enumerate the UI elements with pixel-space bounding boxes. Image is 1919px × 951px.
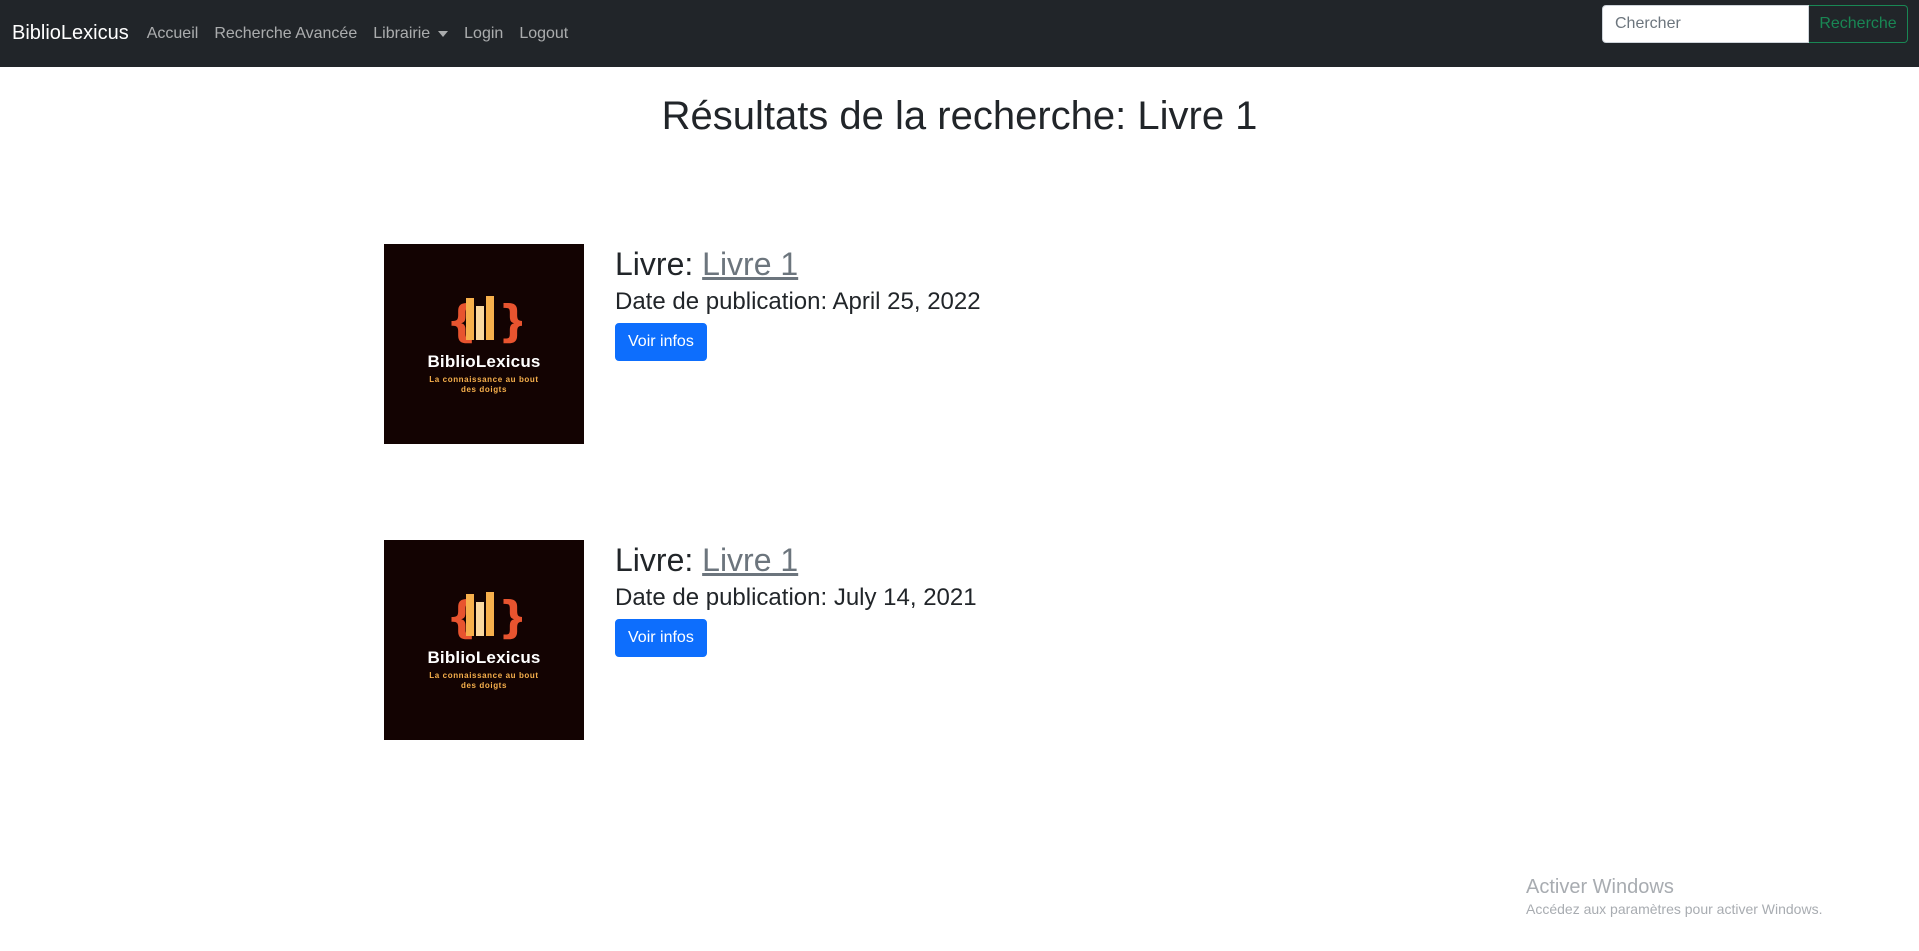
result-info: Livre: Livre 1 Date de publication: July…: [615, 540, 1315, 657]
book-label: Livre:: [615, 542, 703, 578]
nav-dropdown-label: Librairie: [373, 24, 431, 42]
svg-text:}: }: [498, 592, 522, 640]
nav-link-login[interactable]: Login: [464, 25, 503, 43]
watermark-title: Activer Windows: [1526, 876, 1674, 898]
brand-link[interactable]: BiblioLexicus: [12, 22, 129, 45]
windows-activation-watermark: Activer Windows Accédez aux paramètres p…: [1526, 876, 1822, 917]
books-logo-icon: { }: [446, 295, 522, 344]
books-logo-icon: { }: [446, 591, 522, 640]
book-cover-image: { } BiblioLexicus La connaissance au bou…: [384, 540, 584, 740]
navbar: BiblioLexicus Accueil Recherche Avancée …: [0, 0, 1919, 67]
book-cover-image: { } BiblioLexicus La connaissance au bou…: [384, 244, 584, 444]
book-title-line: Livre: Livre 1: [615, 540, 1315, 580]
search-input[interactable]: [1602, 5, 1809, 43]
cover-logo-name: BiblioLexicus: [427, 351, 541, 371]
cover-logo-tagline: La connaissance au bout des doigts: [429, 670, 539, 690]
nav-link-recherche-avancee[interactable]: Recherche Avancée: [214, 25, 357, 43]
cover-logo-tagline: La connaissance au bout des doigts: [429, 374, 539, 394]
publication-date: Date de publication: July 14, 2021: [615, 584, 977, 611]
page-title: Résultats de la recherche: Livre 1: [661, 94, 1258, 138]
book-title-link[interactable]: Livre 1: [702, 542, 798, 578]
search-form: Recherche: [1602, 5, 1908, 43]
svg-text:}: }: [498, 296, 522, 344]
nav-link-logout[interactable]: Logout: [519, 25, 568, 43]
watermark-subtitle: Accédez aux paramètres pour activer Wind…: [1526, 901, 1823, 917]
view-info-button[interactable]: Voir infos: [615, 323, 707, 361]
book-title-line: Livre: Livre 1: [615, 244, 1315, 284]
caret-down-icon: [438, 30, 449, 37]
cover-logo-name: BiblioLexicus: [427, 647, 541, 667]
book-title-link[interactable]: Livre 1: [702, 246, 798, 282]
result-info: Livre: Livre 1 Date de publication: Apri…: [615, 244, 1315, 361]
nav-link-accueil[interactable]: Accueil: [147, 25, 199, 43]
book-label: Livre:: [615, 246, 703, 282]
view-info-button[interactable]: Voir infos: [615, 619, 707, 657]
nav-dropdown-librairie[interactable]: Librairie: [373, 24, 449, 43]
search-button[interactable]: Recherche: [1809, 5, 1908, 43]
publication-date: Date de publication: April 25, 2022: [615, 288, 981, 315]
